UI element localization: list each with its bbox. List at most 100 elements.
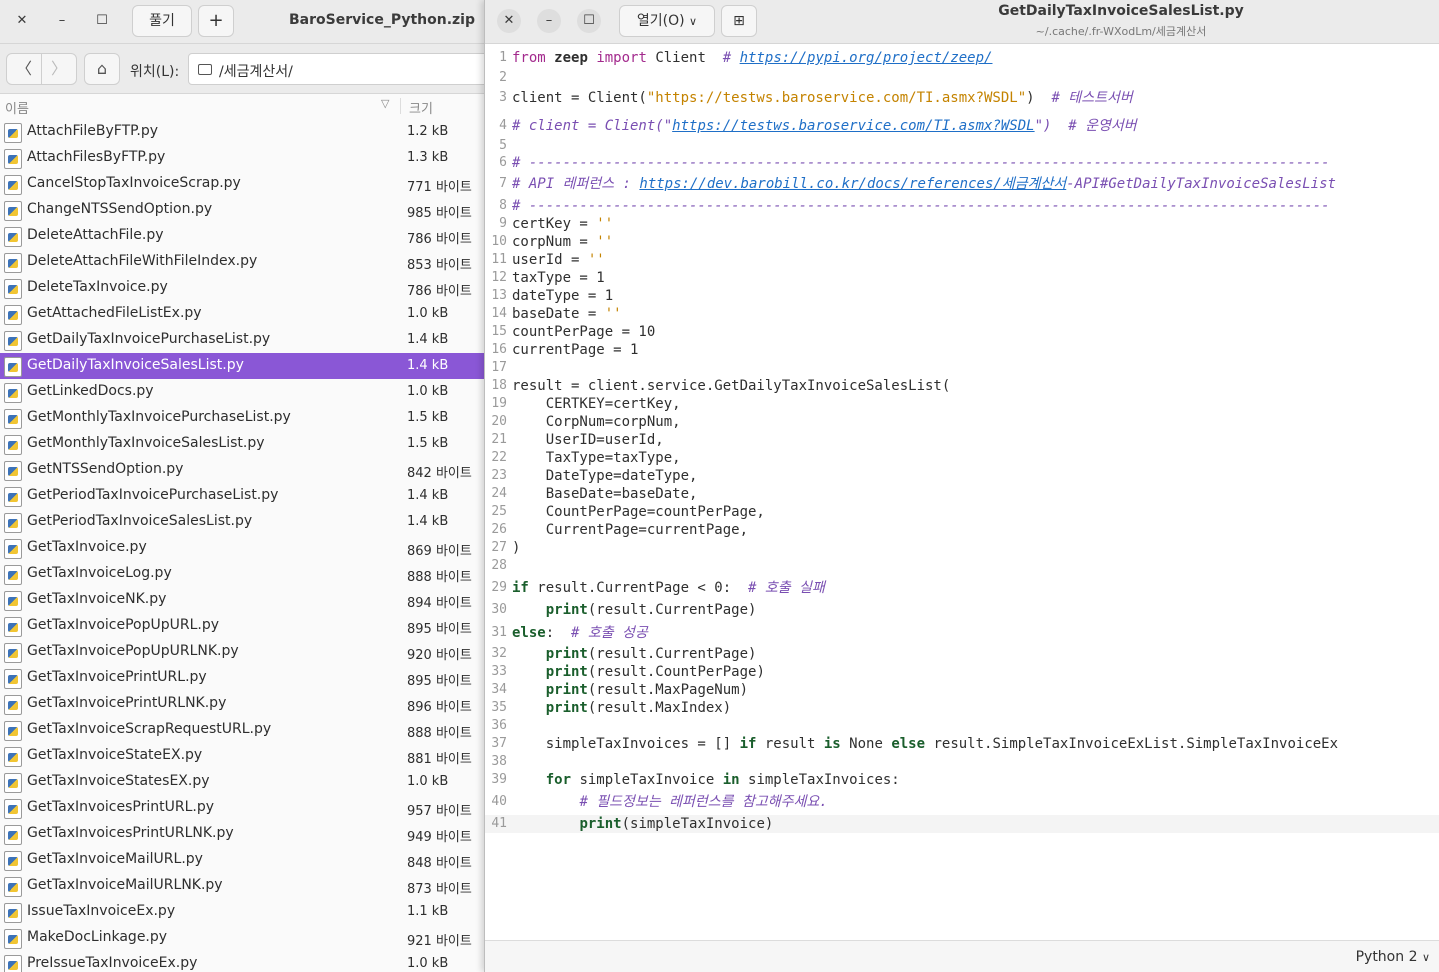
file-row[interactable]: AttachFilesByFTP.py 1.3 kB — [0, 145, 490, 171]
code-line[interactable]: 12 taxType = 1 — [485, 269, 1439, 287]
file-row[interactable]: GetDailyTaxInvoiceSalesList.py 1.4 kB — [0, 353, 490, 379]
code-line[interactable]: 37 simpleTaxInvoices = [] if result is N… — [485, 735, 1439, 753]
close-icon[interactable]: ✕ — [10, 9, 34, 33]
code-line[interactable]: 24 BaseDate=baseDate, — [485, 485, 1439, 503]
code-line[interactable]: 9 certKey = '' — [485, 215, 1439, 233]
code-line[interactable]: 40 # 필드정보는 레퍼런스를 참고해주세요. — [485, 793, 1439, 811]
file-row[interactable]: DeleteAttachFileWithFileIndex.py 853 바이트 — [0, 249, 490, 275]
line-number: 15 — [491, 324, 507, 339]
code-line[interactable]: 5 — [485, 137, 1439, 155]
code-text: UserID=userId, — [512, 431, 664, 449]
location-entry[interactable]: /세금계산서/ — [188, 53, 498, 85]
column-size[interactable]: 크기 — [409, 98, 433, 117]
token-url[interactable]: https://dev.barobill.co.kr/docs/referenc… — [639, 176, 1066, 192]
code-line[interactable]: 41 print(simpleTaxInvoice) — [485, 815, 1439, 833]
file-row[interactable]: GetNTSSendOption.py 842 바이트 — [0, 457, 490, 483]
file-row[interactable]: GetTaxInvoicePopUpURLNK.py 920 바이트 — [0, 639, 490, 665]
file-row[interactable]: PreIssueTaxInvoiceEx.py 1.0 kB — [0, 951, 490, 972]
code-line[interactable]: 13 dateType = 1 — [485, 287, 1439, 305]
code-line[interactable]: 29 if result.CurrentPage < 0: # 호출 실패 — [485, 579, 1439, 597]
close-icon[interactable]: ✕ — [497, 9, 521, 33]
file-row[interactable]: GetTaxInvoiceNK.py 894 바이트 — [0, 587, 490, 613]
maximize-icon[interactable]: ☐ — [577, 9, 601, 33]
column-divider[interactable] — [400, 98, 401, 114]
code-line[interactable]: 16 currentPage = 1 — [485, 341, 1439, 359]
file-row[interactable]: GetAttachedFileListEx.py 1.0 kB — [0, 301, 490, 327]
line-number: 4 — [499, 118, 507, 133]
file-row[interactable]: GetTaxInvoiceMailURLNK.py 873 바이트 — [0, 873, 490, 899]
code-line[interactable]: 20 CorpNum=corpNum, — [485, 413, 1439, 431]
code-line[interactable]: 32 print(result.CurrentPage) — [485, 645, 1439, 663]
open-button[interactable]: 열기(O) ∨ — [619, 5, 715, 37]
code-line[interactable]: 33 print(result.CountPerPage) — [485, 663, 1439, 681]
file-row[interactable]: GetPeriodTaxInvoicePurchaseList.py 1.4 kB — [0, 483, 490, 509]
file-row[interactable]: ChangeNTSSendOption.py 985 바이트 — [0, 197, 490, 223]
file-row[interactable]: GetTaxInvoicesPrintURLNK.py 949 바이트 — [0, 821, 490, 847]
code-line[interactable]: 15 countPerPage = 10 — [485, 323, 1439, 341]
file-row[interactable]: GetTaxInvoiceLog.py 888 바이트 — [0, 561, 490, 587]
file-row[interactable]: GetLinkedDocs.py 1.0 kB — [0, 379, 490, 405]
code-line[interactable]: 6 # -------------------------------------… — [485, 154, 1439, 172]
language-selector[interactable]: Python 2 ∨ — [1356, 949, 1430, 965]
code-line[interactable]: 3 client = Client("https://testws.baroser… — [485, 89, 1439, 107]
code-line[interactable]: 30 print(result.CurrentPage) — [485, 601, 1439, 619]
minimize-icon[interactable]: – — [537, 9, 561, 33]
file-row[interactable]: AttachFileByFTP.py 1.2 kB — [0, 119, 490, 145]
file-row[interactable]: GetTaxInvoicesPrintURL.py 957 바이트 — [0, 795, 490, 821]
code-line[interactable]: 39 for simpleTaxInvoice in simpleTaxInvo… — [485, 771, 1439, 789]
file-row[interactable]: GetTaxInvoicePopUpURL.py 895 바이트 — [0, 613, 490, 639]
file-row[interactable]: DeleteAttachFile.py 786 바이트 — [0, 223, 490, 249]
code-line[interactable]: 22 TaxType=taxType, — [485, 449, 1439, 467]
code-line[interactable]: 18 result = client.service.GetDailyTaxInv… — [485, 377, 1439, 395]
home-button[interactable]: ⌂ — [84, 53, 120, 85]
code-line[interactable]: 38 — [485, 753, 1439, 771]
code-area[interactable]: 1 from zeep import Client # https://pypi.… — [485, 44, 1439, 940]
file-row[interactable]: GetMonthlyTaxInvoicePurchaseList.py 1.5 k… — [0, 405, 490, 431]
file-row[interactable]: GetTaxInvoicePrintURL.py 895 바이트 — [0, 665, 490, 691]
code-text: # 필드정보는 레퍼런스를 참고해주세요. — [512, 793, 827, 811]
code-line[interactable]: 25 CountPerPage=countPerPage, — [485, 503, 1439, 521]
code-line[interactable]: 36 — [485, 717, 1439, 735]
code-line[interactable]: 23 DateType=dateType, — [485, 467, 1439, 485]
token-url[interactable]: https://pypi.org/project/zeep/ — [740, 50, 993, 66]
token-url[interactable]: https://testws.baroservice.com/TI.asmx?W… — [672, 118, 1034, 134]
code-line[interactable]: 4 # client = Client("https://testws.baros… — [485, 117, 1439, 135]
code-line[interactable]: 14 baseDate = '' — [485, 305, 1439, 323]
file-row[interactable]: GetTaxInvoiceScrapRequestURL.py 888 바이트 — [0, 717, 490, 743]
file-row[interactable]: GetTaxInvoice.py 869 바이트 — [0, 535, 490, 561]
file-row[interactable]: GetTaxInvoiceStateEX.py 881 바이트 — [0, 743, 490, 769]
code-line[interactable]: 26 CurrentPage=currentPage, — [485, 521, 1439, 539]
file-row[interactable]: GetMonthlyTaxInvoiceSalesList.py 1.5 kB — [0, 431, 490, 457]
code-line[interactable]: 35 print(result.MaxIndex) — [485, 699, 1439, 717]
add-files-button[interactable]: + — [198, 5, 234, 37]
forward-button[interactable]: 〉 — [41, 53, 77, 85]
code-line[interactable]: 17 — [485, 359, 1439, 377]
file-row[interactable]: GetTaxInvoiceStatesEX.py 1.0 kB — [0, 769, 490, 795]
file-row[interactable]: GetPeriodTaxInvoiceSalesList.py 1.4 kB — [0, 509, 490, 535]
minimize-icon[interactable]: – — [50, 9, 74, 33]
file-row[interactable]: DeleteTaxInvoice.py 786 바이트 — [0, 275, 490, 301]
code-line[interactable]: 1 from zeep import Client # https://pypi.… — [485, 49, 1439, 67]
file-row[interactable]: IssueTaxInvoiceEx.py 1.1 kB — [0, 899, 490, 925]
file-row[interactable]: GetDailyTaxInvoicePurchaseList.py 1.4 kB — [0, 327, 490, 353]
file-row[interactable]: MakeDocLinkage.py 921 바이트 — [0, 925, 490, 951]
back-button[interactable]: 〈 — [6, 53, 42, 85]
file-row[interactable]: GetTaxInvoiceMailURL.py 848 바이트 — [0, 847, 490, 873]
file-row[interactable]: CancelStopTaxInvoiceScrap.py 771 바이트 — [0, 171, 490, 197]
column-name[interactable]: 이름 — [5, 98, 29, 117]
code-line[interactable]: 34 print(result.MaxPageNum) — [485, 681, 1439, 699]
code-line[interactable]: 8 # -------------------------------------… — [485, 197, 1439, 215]
code-line[interactable]: 10 corpNum = '' — [485, 233, 1439, 251]
extract-button[interactable]: 풀기 — [132, 5, 192, 37]
code-line[interactable]: 27) — [485, 539, 1439, 557]
code-line[interactable]: 2 — [485, 69, 1439, 87]
maximize-icon[interactable]: ☐ — [90, 9, 114, 33]
code-line[interactable]: 28 — [485, 557, 1439, 575]
code-line[interactable]: 11 userId = '' — [485, 251, 1439, 269]
code-line[interactable]: 19 CERTKEY=certKey, — [485, 395, 1439, 413]
code-line[interactable]: 21 UserID=userId, — [485, 431, 1439, 449]
new-document-button[interactable]: ⊞ — [721, 5, 757, 37]
code-line[interactable]: 7 # API 레퍼런스 : https://dev.barobill.co.kr… — [485, 175, 1439, 193]
file-row[interactable]: GetTaxInvoicePrintURLNK.py 896 바이트 — [0, 691, 490, 717]
code-line[interactable]: 31 else: # 호출 성공 — [485, 624, 1439, 642]
